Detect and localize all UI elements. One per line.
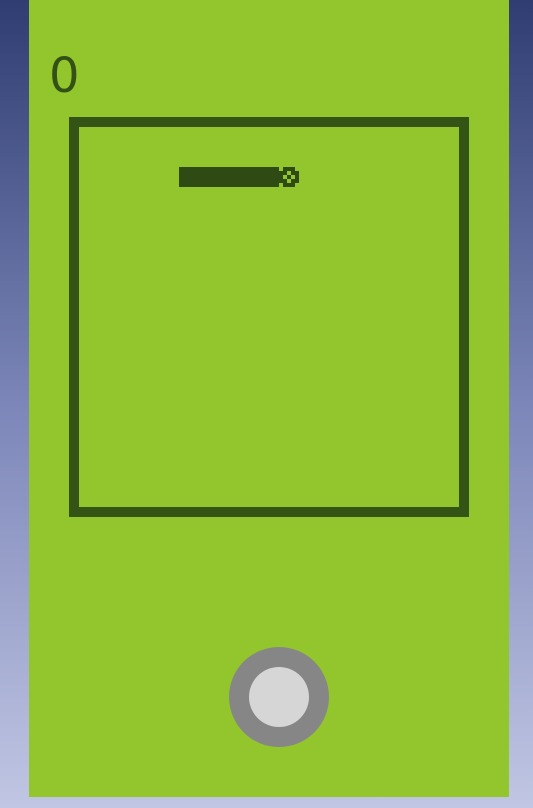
game-board xyxy=(69,117,469,517)
snake-body xyxy=(179,167,279,187)
game-screen: 0 xyxy=(29,0,509,797)
snake-head-icon xyxy=(279,167,299,187)
joystick[interactable] xyxy=(229,647,329,747)
joystick-knob[interactable] xyxy=(249,667,309,727)
score-display: 0 xyxy=(49,48,80,104)
